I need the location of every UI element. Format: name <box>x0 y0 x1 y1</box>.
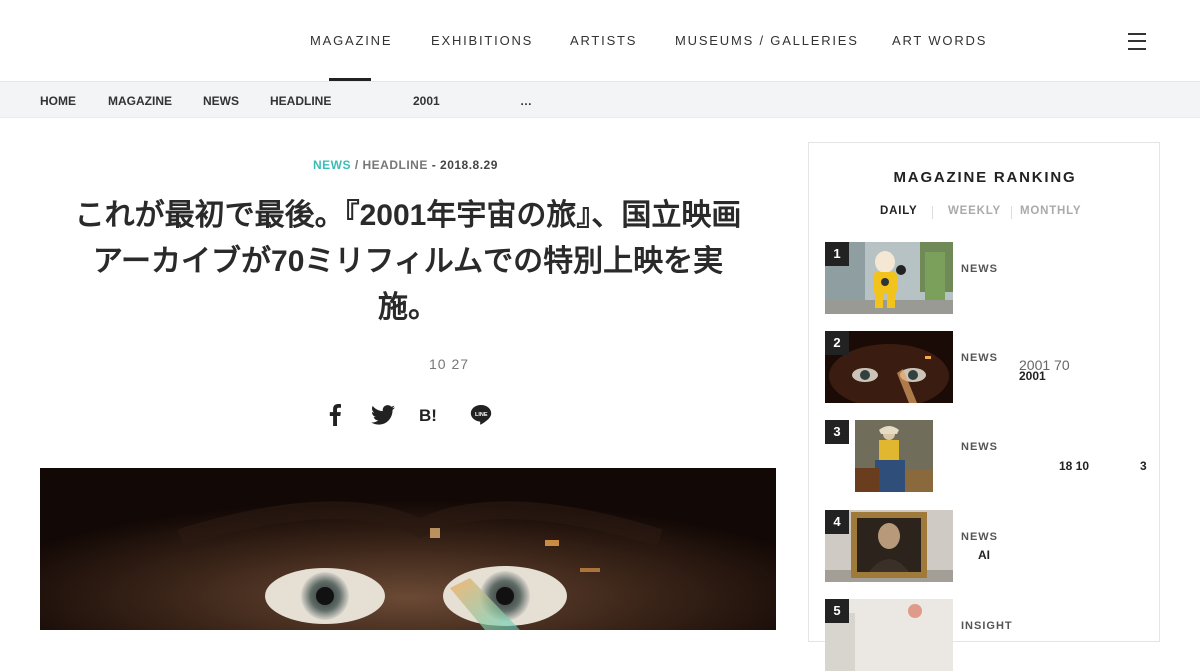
ranking-thumbnail[interactable]: 5 <box>825 599 953 671</box>
ranking-category[interactable]: INSIGHT <box>961 620 1013 632</box>
article-meta: NEWS / HEADLINE - 2018.8.29 <box>313 158 498 172</box>
ranking-category[interactable]: NEWS <box>961 441 998 453</box>
tab-divider <box>1011 206 1012 219</box>
share-buttons: B! LINE <box>322 402 502 428</box>
svg-text:LINE: LINE <box>475 412 488 418</box>
site-header: MAGAZINE EXHIBITIONS ARTISTS MUSEUMS / G… <box>0 0 1200 82</box>
breadcrumb-ellipsis: … <box>520 94 532 108</box>
nav-item-exhibitions[interactable]: EXHIBITIONS <box>431 33 533 48</box>
breadcrumb-magazine[interactable]: MAGAZINE <box>108 94 172 108</box>
ranking-sidebar: MAGAZINE RANKING DAILY WEEKLY MONTHLY 1 <box>808 142 1161 671</box>
ranking-thumbnail[interactable]: 2 <box>825 331 953 403</box>
breadcrumb-home[interactable]: HOME <box>40 94 76 108</box>
ranking-item[interactable]: 5 INSIGHT <box>825 599 1145 671</box>
rank-number: 5 <box>825 599 849 623</box>
hero-image <box>40 468 776 630</box>
ranking-title-line2[interactable]: 2001 <box>1019 369 1046 383</box>
ranking-category[interactable]: NEWS <box>961 352 998 364</box>
rank-number: 3 <box>825 420 849 444</box>
ranking-thumbnail[interactable]: 3 <box>825 420 953 492</box>
nav-item-art-words[interactable]: ART WORDS <box>892 33 987 48</box>
article-readtime: 10 27 <box>429 356 470 372</box>
ranking-tabs: DAILY WEEKLY MONTHLY <box>809 205 1161 221</box>
ranking-category[interactable]: NEWS <box>961 263 998 275</box>
ranking-category[interactable]: NEWS <box>961 531 998 543</box>
ranking-thumbnail[interactable]: 4 <box>825 510 953 582</box>
nav-item-artists[interactable]: ARTISTS <box>570 33 637 48</box>
ranking-title-line1[interactable]: AI <box>978 548 990 562</box>
ranking-thumbnail[interactable]: 1 <box>825 242 953 314</box>
hatena-bookmark-icon[interactable]: B! <box>418 402 444 428</box>
nav-item-magazine[interactable]: MAGAZINE <box>310 33 392 48</box>
rank-number: 2 <box>825 331 849 355</box>
rank-number: 1 <box>825 242 849 266</box>
breadcrumb-news[interactable]: NEWS <box>203 94 239 108</box>
active-nav-indicator <box>329 78 371 81</box>
ranking-title: MAGAZINE RANKING <box>893 169 1077 186</box>
meta-separator: / <box>351 158 363 172</box>
breadcrumb-headline[interactable]: HEADLINE <box>270 94 331 108</box>
article-subcategory[interactable]: HEADLINE <box>363 158 428 172</box>
ranking-item[interactable]: 1 NEWS <box>825 242 1145 314</box>
tab-divider <box>932 206 933 219</box>
facebook-icon[interactable] <box>322 402 348 428</box>
tab-monthly[interactable]: MONTHLY <box>1020 205 1081 217</box>
ranking-title-line2[interactable]: 3 <box>1140 459 1147 473</box>
breadcrumb: HOME MAGAZINE NEWS HEADLINE 2001 … <box>0 82 1200 118</box>
svg-text:B!: B! <box>419 406 437 425</box>
menu-icon[interactable] <box>1128 32 1146 50</box>
article-title: これが最初で最後。『2001年宇宙の旅』、国立映画アーカイブが70ミリフィルムで… <box>74 199 742 324</box>
tab-daily[interactable]: DAILY <box>880 205 917 217</box>
twitter-icon[interactable] <box>370 402 396 428</box>
breadcrumb-current: 2001 <box>413 94 440 108</box>
article-category[interactable]: NEWS <box>313 158 351 172</box>
ranking-title-line1[interactable]: 18 10 <box>1059 459 1089 473</box>
tab-weekly[interactable]: WEEKLY <box>948 205 1001 217</box>
ranking-item[interactable]: 4 NEWS AI <box>825 510 1145 582</box>
rank-number: 4 <box>825 510 849 534</box>
ranking-item[interactable]: 3 NEWS 18 10 3 <box>825 420 1147 492</box>
ranking-item[interactable]: 2 NEWS 2001 70 2001 <box>825 331 1145 403</box>
article-date: - 2018.8.29 <box>427 158 498 172</box>
line-icon[interactable]: LINE <box>468 402 494 428</box>
nav-item-museums-galleries[interactable]: MUSEUMS / GALLERIES <box>675 33 859 48</box>
